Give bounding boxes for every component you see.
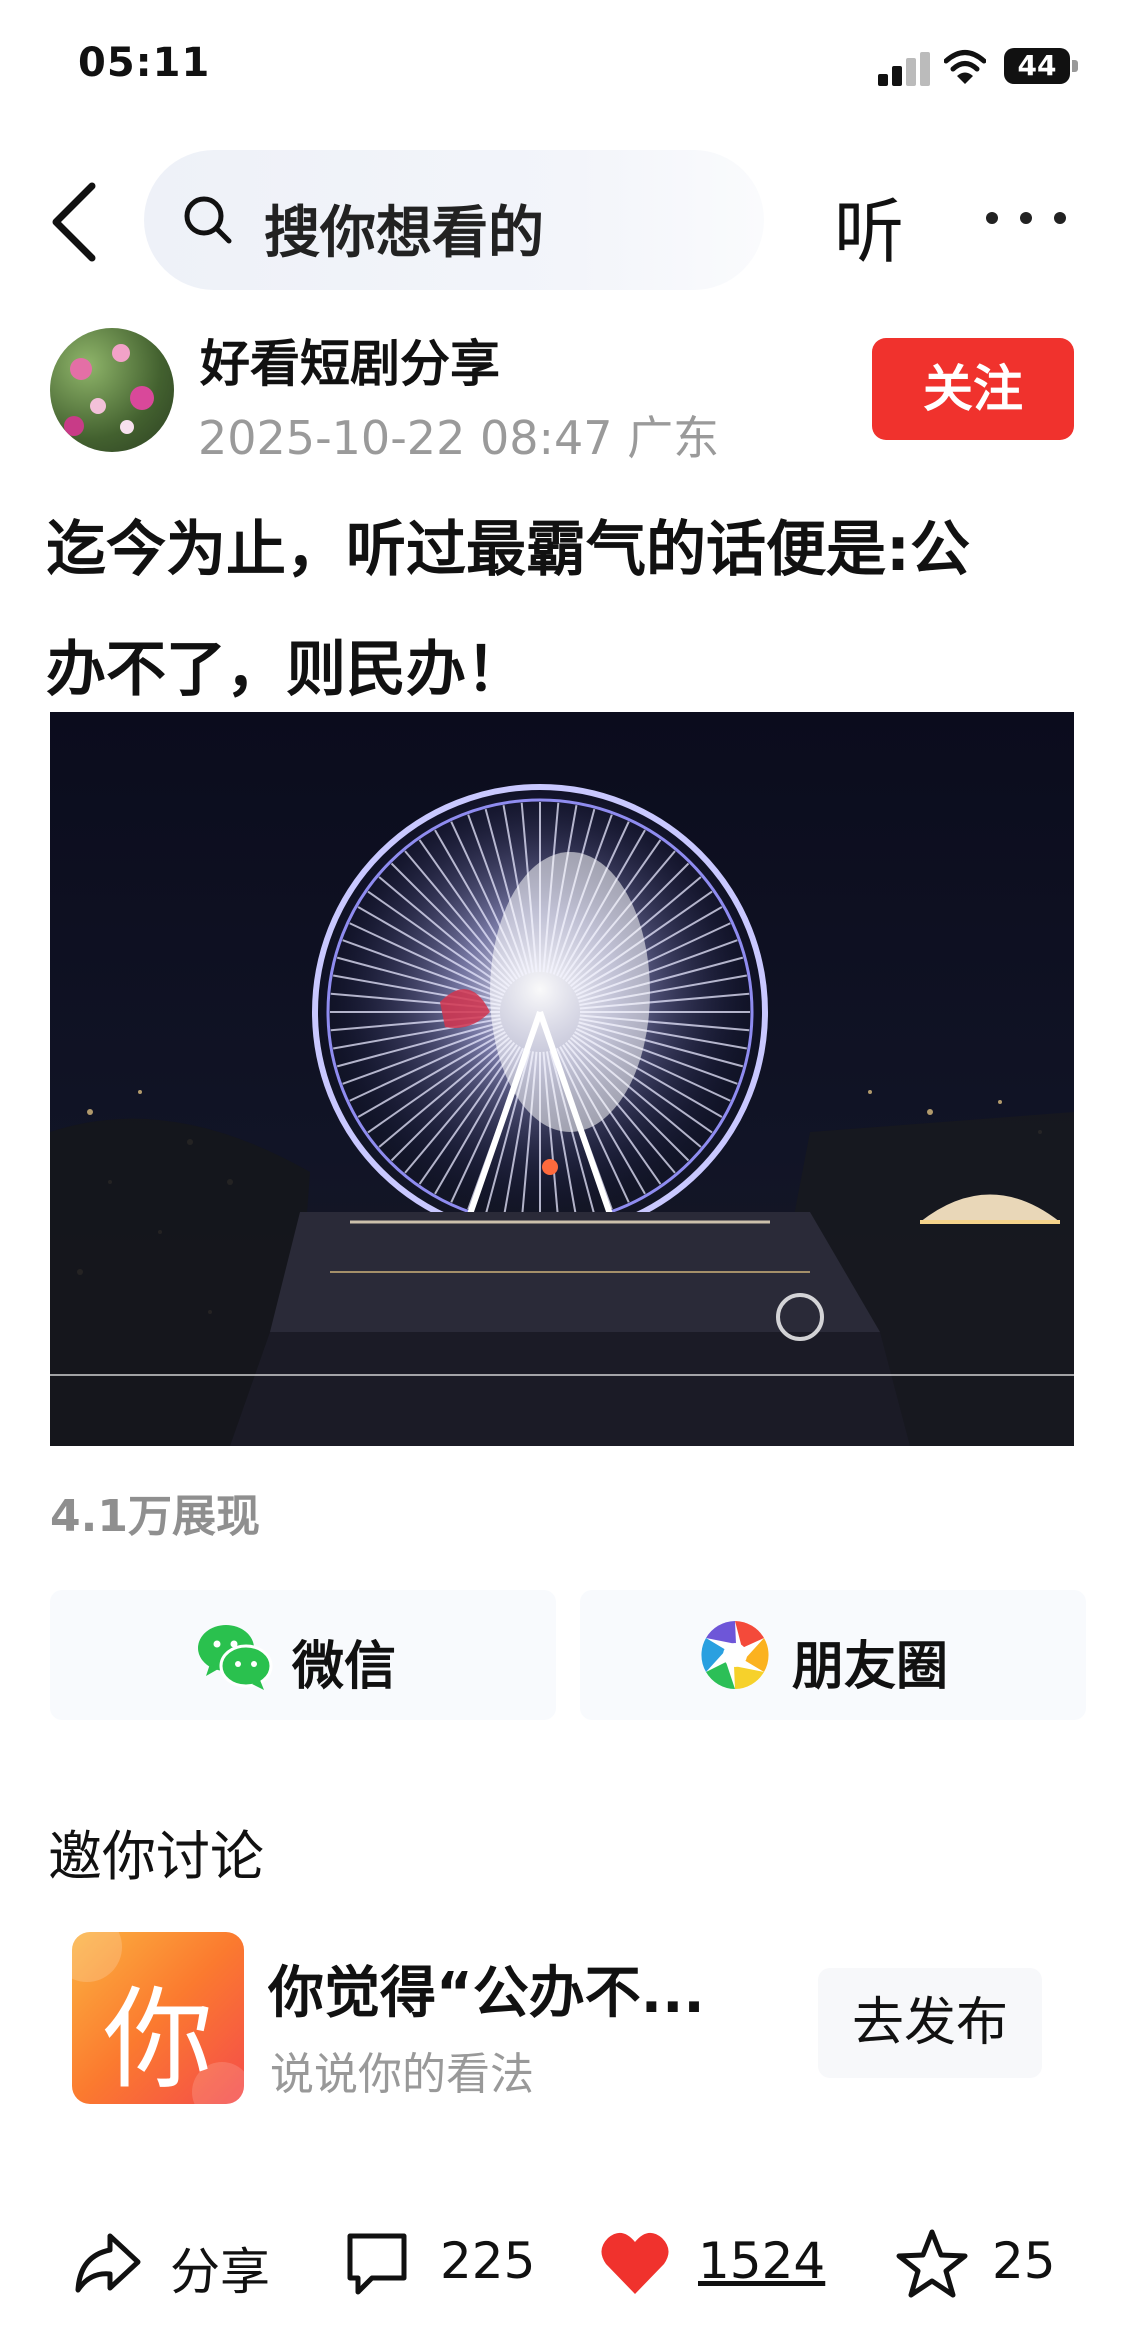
status-time: 05:11 bbox=[78, 40, 211, 86]
wechat-label: 微信 bbox=[292, 1637, 397, 1697]
battery-level: 44 bbox=[1017, 49, 1057, 82]
discussion-topic-card[interactable]: 你 你觉得“公办不... 说说你的看法 去发布 bbox=[48, 1912, 1078, 2122]
like-count[interactable]: 1524 bbox=[698, 2232, 825, 2290]
favorite-star-icon[interactable] bbox=[896, 2228, 968, 2300]
post-title-line-1: 迄今为止，听过最霸气的话便是:公 bbox=[46, 515, 970, 585]
favorite-count[interactable]: 25 bbox=[992, 2232, 1056, 2290]
publish-button[interactable]: 去发布 bbox=[818, 1968, 1042, 2078]
video-frame bbox=[50, 712, 1074, 1446]
follow-button[interactable]: 关注 bbox=[872, 338, 1074, 440]
view-count: 4.1万展现 bbox=[50, 1491, 260, 1542]
like-heart-icon[interactable] bbox=[598, 2228, 672, 2298]
share-moments-button[interactable]: 朋友圈 bbox=[580, 1590, 1086, 1720]
topic-avatar-char: 你 bbox=[103, 1976, 213, 2104]
wifi-icon bbox=[943, 48, 987, 86]
author-name[interactable]: 好看短剧分享 bbox=[200, 324, 500, 396]
search-icon bbox=[182, 194, 234, 246]
author-avatar[interactable] bbox=[50, 328, 174, 452]
share-wechat-button[interactable]: 微信 bbox=[50, 1590, 556, 1720]
post-title: 迄今为止，听过最霸气的话便是:公 办不了，则民办！ bbox=[46, 490, 1086, 730]
topic-title: 你觉得“公办不... bbox=[268, 1961, 705, 2026]
topic-subtitle: 说说你的看法 bbox=[270, 2049, 534, 2100]
comment-count[interactable]: 225 bbox=[440, 2232, 535, 2290]
share-icon[interactable] bbox=[70, 2228, 144, 2302]
cellular-signal-icon bbox=[878, 52, 930, 86]
discuss-heading: 邀你讨论 bbox=[48, 1825, 264, 1888]
topic-avatar: 你 bbox=[72, 1932, 244, 2104]
more-options-icon[interactable] bbox=[986, 208, 1066, 232]
chevron-left-icon bbox=[52, 182, 96, 262]
moments-label: 朋友圈 bbox=[792, 1637, 949, 1697]
video-player[interactable] bbox=[50, 712, 1074, 1446]
battery-icon: 44 bbox=[1004, 48, 1080, 86]
share-label[interactable]: 分享 bbox=[170, 2232, 270, 2304]
listen-button[interactable]: 听 bbox=[834, 176, 904, 277]
search-placeholder: 搜你想看的 bbox=[264, 201, 544, 266]
search-bar[interactable]: 搜你想看的 bbox=[144, 150, 764, 290]
comment-icon[interactable] bbox=[342, 2228, 412, 2300]
back-button[interactable] bbox=[46, 180, 106, 264]
post-meta: 2025-10-22 08:47 广东 bbox=[198, 411, 720, 465]
moments-aperture-icon bbox=[698, 1618, 772, 1692]
wechat-icon bbox=[194, 1616, 274, 1696]
